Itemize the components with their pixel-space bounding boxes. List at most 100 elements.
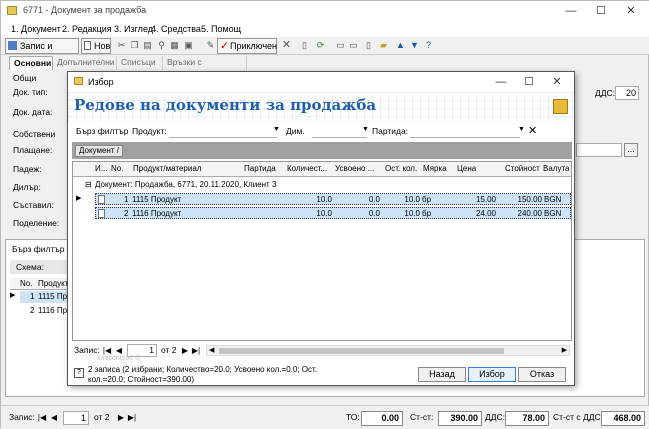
dim-filter-select[interactable] <box>312 124 367 138</box>
arrow-up-icon[interactable]: ▲ <box>395 40 406 51</box>
selection-summary: 2 записа (2 избрани; Количество=20.0; Ус… <box>88 365 318 384</box>
payment-browse-button[interactable]: ... <box>624 143 638 157</box>
tab-main[interactable]: Основни <box>9 56 53 70</box>
select-button[interactable]: Избор <box>468 367 516 382</box>
new-label: Нов <box>94 41 111 51</box>
cut-icon[interactable]: ✂ <box>116 40 127 51</box>
dialog-banner: Редове на документи за продажба <box>68 92 574 122</box>
row-product: 1116 Продукт <box>132 209 182 218</box>
row-value: 150.00 <box>517 195 542 204</box>
dialog-maximize-button[interactable]: ☐ <box>514 74 544 90</box>
lower-row-2-no: 2 <box>30 306 35 315</box>
group-collapse-icon[interactable]: ⊟ <box>85 180 92 189</box>
first-record-icon[interactable]: |◀ <box>37 412 47 423</box>
minimize-button[interactable]: — <box>556 3 586 19</box>
back-button[interactable]: Назад <box>418 367 466 382</box>
scrollbar-thumb[interactable] <box>219 348 504 354</box>
edit-doc-icon[interactable]: ✎ <box>205 40 216 51</box>
scroll-right-icon[interactable]: ▶ <box>562 346 567 354</box>
group-chip-document[interactable]: Документ / <box>75 145 123 157</box>
group-row[interactable]: ⊟ Документ: Продажба, 6771, 20.11.2020, … <box>73 179 571 191</box>
close-button[interactable]: ✕ <box>616 3 646 19</box>
col-price[interactable]: Цена <box>457 164 476 173</box>
arrow-down-icon[interactable]: ▼ <box>409 40 420 51</box>
document-icon[interactable]: ▯ <box>299 40 310 51</box>
batch-dropdown-icon[interactable]: ▼ <box>518 126 525 133</box>
cancel-button[interactable]: Отказ <box>518 367 566 382</box>
scroll-left-icon[interactable]: ◀ <box>209 346 214 354</box>
menu-document[interactable]: 1. Документ <box>11 24 61 34</box>
st-vat-label: Ст-ст с ДДС: <box>553 412 603 422</box>
col-used[interactable]: Усвоено ... <box>335 164 381 173</box>
menu-edit[interactable]: 2. Редакция <box>62 24 112 34</box>
col-currency[interactable]: Валута <box>543 164 569 173</box>
batch-filter-label: Партида: <box>372 126 409 136</box>
col-i[interactable]: И... <box>95 164 109 173</box>
col-rest[interactable]: Ост. кол. <box>385 164 417 173</box>
refresh-icon[interactable]: ⟳ <box>315 40 326 51</box>
dialog-minimize-button[interactable]: — <box>486 74 516 90</box>
post-button[interactable]: ✓ Приключен <box>217 38 277 54</box>
dialog-quick-filter[interactable]: Бърз филтър <box>76 126 128 136</box>
row-currency: BGN <box>544 209 562 218</box>
record-field[interactable]: 1 <box>63 411 89 425</box>
menu-view[interactable]: 3. Изглед <box>114 24 153 34</box>
col-value[interactable]: Стойност <box>505 164 540 173</box>
window-icon[interactable]: ▭ <box>335 40 346 51</box>
tab-lists[interactable]: Списъци <box>117 56 163 70</box>
page-icon[interactable]: ▯ <box>363 40 374 51</box>
menu-help[interactable]: 5. Помощ <box>201 24 241 34</box>
row-price: 24.00 <box>475 209 496 218</box>
last-record-icon[interactable]: ▶| <box>127 412 137 423</box>
dialog-close-button[interactable]: ✕ <box>542 74 572 90</box>
window-title: 6771 - Документ за продажба <box>23 5 147 15</box>
folder-icon[interactable]: ▰ <box>378 40 389 51</box>
lower-row-1[interactable]: 1 1115 Проду <box>20 291 70 303</box>
window2-icon[interactable]: ▭ <box>348 40 359 51</box>
col-product[interactable]: Продукт/материал <box>133 164 201 173</box>
table-row[interactable]: 1 1115 Продукт 10.0 0.0 10.0 бр 15.00 15… <box>95 193 571 205</box>
tab-doc-links[interactable]: Връзки с документи <box>163 56 247 80</box>
dim-dropdown-icon[interactable]: ▼ <box>362 126 369 133</box>
row-qty: 10.0 <box>316 195 332 204</box>
dialog-next-icon[interactable]: ▶ <box>180 345 190 356</box>
prev-record-icon[interactable]: ◀ <box>49 412 59 423</box>
banner-title: Редове на документи за продажба <box>74 96 377 114</box>
menu-tools[interactable]: 4. Средства <box>151 24 201 34</box>
row-unit: бр <box>422 209 432 218</box>
dialog-last-icon[interactable]: ▶| <box>191 345 201 356</box>
col-no[interactable]: No. <box>111 164 123 173</box>
vat-field[interactable]: 20 <box>615 86 639 100</box>
delete-x-icon[interactable]: ✕ <box>281 40 292 51</box>
save-exit-button[interactable]: Запис и изход <box>5 38 79 65</box>
row-qty: 10.0 <box>316 209 332 218</box>
payment-field[interactable] <box>576 143 622 157</box>
maximize-button[interactable]: ☐ <box>586 3 616 19</box>
lower-quick-filter[interactable]: Бърз филтър <box>12 244 64 254</box>
product-dropdown-icon[interactable]: ▼ <box>273 126 280 133</box>
col-qty[interactable]: Количест... <box>287 164 331 173</box>
row-value: 240.00 <box>517 209 542 218</box>
product-filter-select[interactable] <box>169 124 277 138</box>
st-value: 390.00 <box>438 411 482 426</box>
col-batch[interactable]: Партида <box>244 164 276 173</box>
attach-icon[interactable]: ⚲ <box>156 40 167 51</box>
new-button[interactable]: Нов <box>81 38 111 54</box>
preview-icon[interactable]: ▣ <box>183 40 194 51</box>
tab-additional[interactable]: Допълнителни <box>53 56 117 70</box>
help-icon[interactable]: ? <box>423 40 434 51</box>
menu-bar: 1. Документ 2. Редакция 3. Изглед 4. Сре… <box>1 21 649 37</box>
print-icon[interactable]: ▦ <box>169 40 180 51</box>
next-record-icon[interactable]: ▶ <box>116 412 126 423</box>
copy-icon[interactable]: ❐ <box>129 40 140 51</box>
horizontal-scrollbar[interactable]: ◀ ▶ <box>206 345 570 356</box>
col-unit[interactable]: Мярка <box>423 164 447 173</box>
batch-filter-select[interactable] <box>410 124 520 138</box>
clear-filter-icon[interactable]: ✕ <box>528 124 537 137</box>
paste-icon[interactable]: ▤ <box>142 40 153 51</box>
status-bar: Запис: |◀ ◀ 1 от 2 ▶ ▶| ТО: 0.00 Ст-ст: … <box>1 405 649 429</box>
lower-row-2[interactable]: 2 1116 Проду <box>20 305 70 317</box>
owners-group-label: Собствени <box>13 129 56 139</box>
product-filter-label: Продукт: <box>132 126 167 136</box>
table-row[interactable]: 2 1116 Продукт 10.0 0.0 10.0 бр 24.00 24… <box>95 207 571 219</box>
